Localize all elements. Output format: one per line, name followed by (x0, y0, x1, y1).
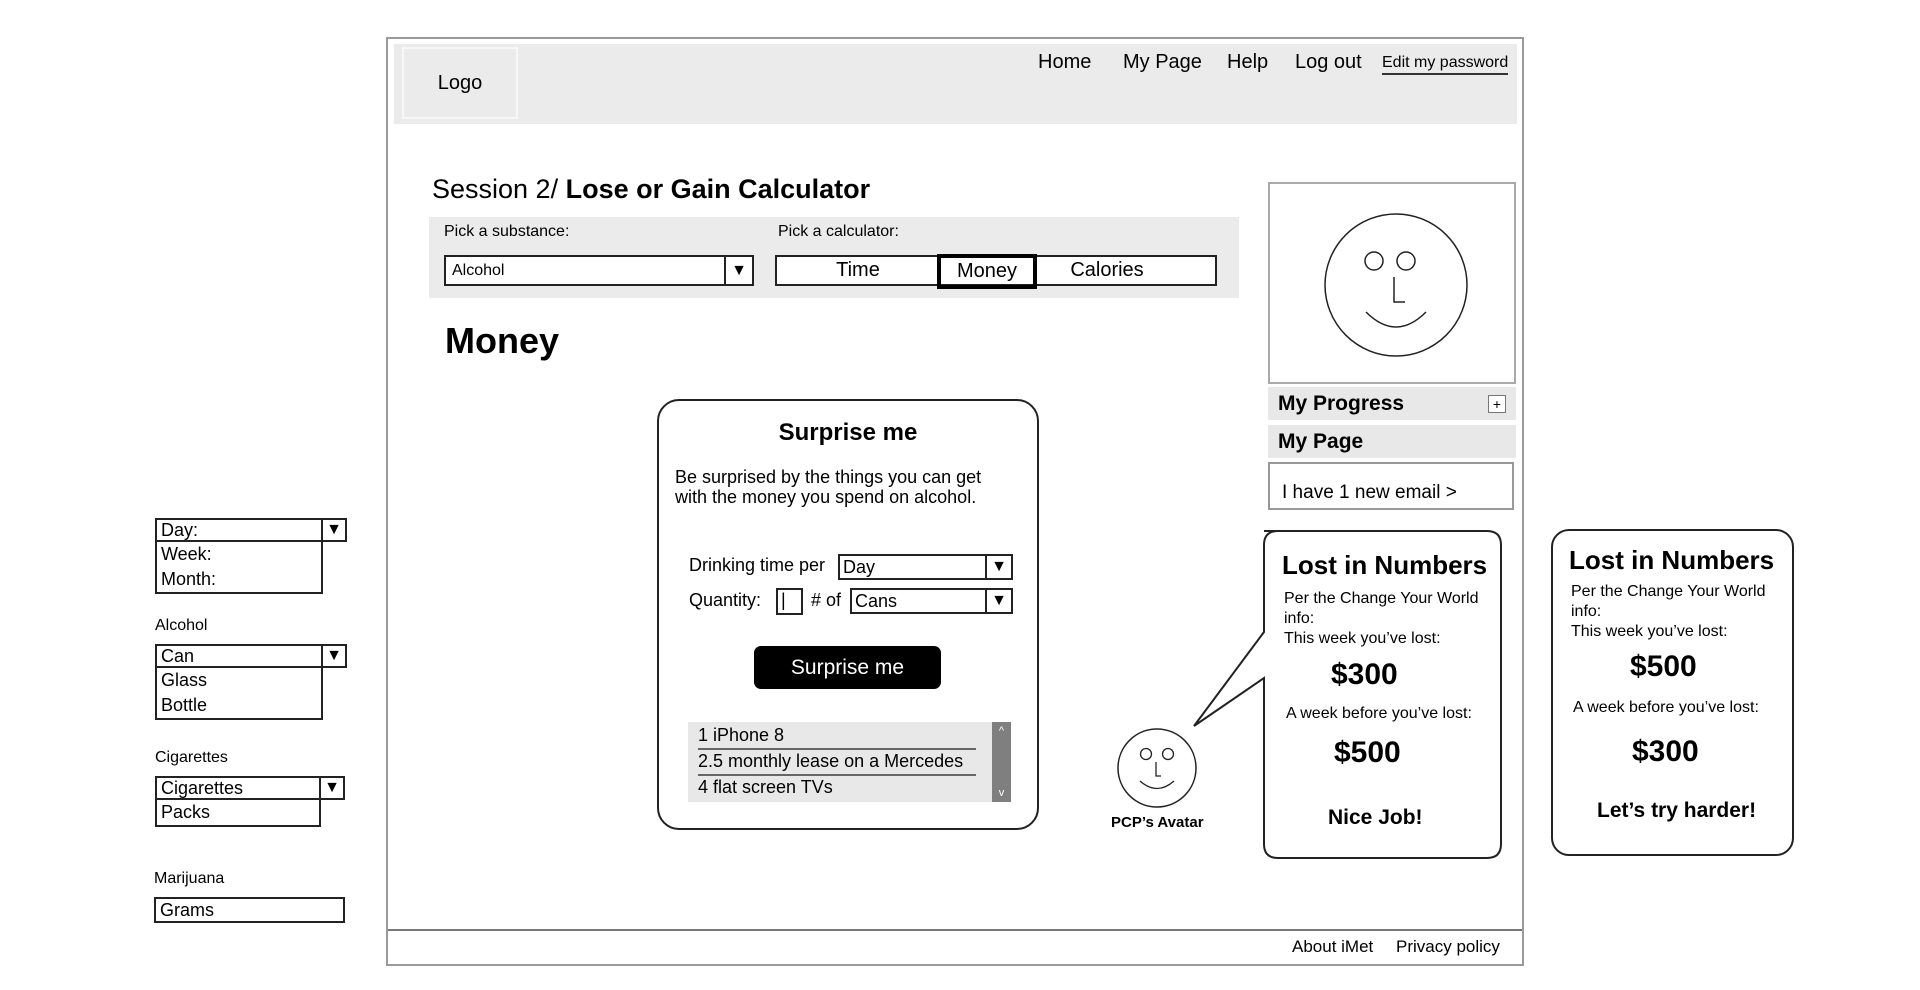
week-before-amount: $300 (1632, 735, 1699, 768)
about-link[interactable]: About iMet (1292, 937, 1373, 957)
lost-in-numbers-card: Lost in Numbers Per the Change Your Worl… (1264, 531, 1501, 856)
results-list: 1 iPhone 8 2.5 monthly lease on a Merced… (688, 722, 1011, 802)
scroll-down-icon[interactable]: v (992, 787, 1011, 799)
period-options: Week: Month: (155, 542, 323, 594)
calculator-title: Lose or Gain Calculator (558, 174, 871, 204)
drinking-time-label: Drinking time per (689, 555, 826, 575)
lost-intro: Per the Change Your World info: This wee… (1571, 582, 1786, 642)
unit-of-label: # of (811, 590, 842, 610)
calculator-label: Pick a calculator: (778, 223, 899, 240)
nav-log-out[interactable]: Log out (1295, 51, 1362, 74)
alcohol-label: Alcohol (155, 617, 208, 634)
drinking-period-select[interactable]: Day ▼ (838, 554, 1013, 580)
sidebar-item-my-progress[interactable]: My Progress + (1268, 387, 1516, 420)
my-page-label: My Page (1278, 429, 1364, 453)
this-week-amount: $300 (1331, 658, 1398, 691)
surprise-card: Surprise me Be surprised by the things y… (657, 399, 1039, 830)
tab-calories[interactable]: Calories (1037, 257, 1177, 284)
alcohol-selected: Can (161, 645, 195, 666)
section-title: Money (445, 320, 560, 361)
cigarettes-options: Packs (155, 800, 321, 827)
cigarettes-selected: Cigarettes (161, 777, 244, 798)
nav-edit-password[interactable]: Edit my password (1382, 54, 1509, 75)
chevron-down-icon[interactable]: ▼ (321, 646, 345, 666)
dropdown-option[interactable]: Bottle (157, 693, 321, 718)
cigarettes-unit-dropdown[interactable]: Cigarettes ▼ (155, 776, 345, 800)
chevron-down-icon[interactable]: ▼ (724, 257, 752, 284)
list-item: 2.5 monthly lease on a Mercedes (698, 751, 964, 771)
pcp-avatar-icon (1117, 728, 1197, 808)
substance-value: Alcohol (452, 261, 505, 279)
pcp-avatar-label: PCP’s Avatar (1111, 814, 1204, 831)
divider (698, 774, 976, 776)
smiley-face-icon (1324, 213, 1468, 357)
lost-title: Lost in Numbers (1569, 545, 1775, 575)
period-dropdown-example: Day: ▼ Week: Month: (155, 518, 347, 594)
lost-intro: Per the Change Your World info: This wee… (1284, 589, 1499, 649)
plus-icon[interactable]: + (1488, 394, 1506, 413)
lost-message: Let’s try harder! (1597, 799, 1757, 822)
surprise-me-button[interactable]: Surprise me (754, 646, 941, 689)
session-label: Session 2/ (432, 174, 559, 204)
lost-message: Nice Job! (1328, 806, 1423, 829)
cigarettes-label: Cigarettes (155, 749, 228, 766)
this-week-label: This week you’ve lost: (1284, 630, 1441, 647)
results-scrollbar[interactable]: ^ v (992, 722, 1011, 802)
dropdown-option[interactable]: Month: (157, 567, 321, 592)
substance-label: Pick a substance: (444, 223, 570, 240)
my-progress-label: My Progress (1278, 391, 1405, 415)
chevron-down-icon[interactable]: ▼ (319, 778, 343, 798)
page-title: Session 2/ Lose or Gain Calculator (432, 174, 870, 205)
dropdown-option[interactable]: Week: (157, 542, 321, 567)
dropdown-option[interactable]: Packs (157, 800, 319, 825)
cigarettes-dropdown-example: Cigarettes ▼ Packs (155, 776, 345, 827)
alcohol-unit-dropdown[interactable]: Can ▼ (155, 644, 347, 668)
user-avatar-panel (1268, 182, 1516, 384)
tab-money[interactable]: Money (937, 254, 1037, 289)
divider (698, 748, 976, 750)
unit-value: Cans (855, 590, 898, 611)
new-email-link[interactable]: I have 1 new email > (1268, 462, 1514, 510)
lost-title: Lost in Numbers (1282, 550, 1488, 580)
marijuana-unit-field[interactable]: Grams (154, 897, 345, 923)
period-selected: Day: (161, 519, 199, 540)
week-before-label: A week before you’ve lost: (1573, 699, 1759, 716)
alcohol-dropdown-example: Can ▼ Glass Bottle (155, 644, 347, 720)
nav-my-page[interactable]: My Page (1123, 51, 1202, 74)
footer-divider (388, 929, 1522, 931)
marijuana-label: Marijuana (154, 870, 225, 887)
tab-time[interactable]: Time (777, 257, 939, 284)
lost-in-numbers-card-alt: Lost in Numbers Per the Change Your Worl… (1551, 529, 1794, 856)
privacy-link[interactable]: Privacy policy (1396, 937, 1500, 957)
chevron-down-icon[interactable]: ▼ (985, 556, 1011, 578)
week-before-amount: $500 (1334, 736, 1401, 769)
marijuana-value: Grams (160, 899, 214, 920)
nav-home[interactable]: Home (1038, 51, 1091, 74)
quantity-input[interactable]: | (776, 588, 803, 615)
nav-help[interactable]: Help (1227, 51, 1268, 74)
quantity-label: Quantity: (689, 590, 762, 610)
week-before-label: A week before you’ve lost: (1286, 705, 1472, 722)
surprise-description: Be surprised by the things you can get w… (675, 467, 982, 507)
list-item: 1 iPhone 8 (698, 725, 785, 745)
scroll-up-icon[interactable]: ^ (992, 725, 1011, 737)
sidebar-item-my-page[interactable]: My Page (1268, 425, 1516, 458)
drinking-period-value: Day (843, 556, 876, 577)
unit-select[interactable]: Cans ▼ (850, 588, 1013, 614)
alcohol-options: Glass Bottle (155, 668, 323, 720)
lost-intro-text: Per the Change Your World info: (1571, 583, 1766, 620)
list-item: 4 flat screen TVs (698, 777, 833, 797)
calculator-tabs: Time Money Calories (775, 254, 1217, 289)
top-nav: Home My Page Help Log out Edit my passwo… (0, 51, 1920, 81)
period-dropdown[interactable]: Day: ▼ (155, 518, 347, 542)
this-week-amount: $500 (1630, 650, 1697, 683)
surprise-title: Surprise me (778, 419, 918, 446)
dropdown-option[interactable]: Glass (157, 668, 321, 693)
lost-intro-text: Per the Change Your World info: (1284, 590, 1479, 627)
substance-select[interactable]: Alcohol ▼ (444, 255, 754, 286)
chevron-down-icon[interactable]: ▼ (321, 520, 345, 540)
this-week-label: This week you’ve lost: (1571, 623, 1728, 640)
chevron-down-icon[interactable]: ▼ (985, 590, 1011, 612)
